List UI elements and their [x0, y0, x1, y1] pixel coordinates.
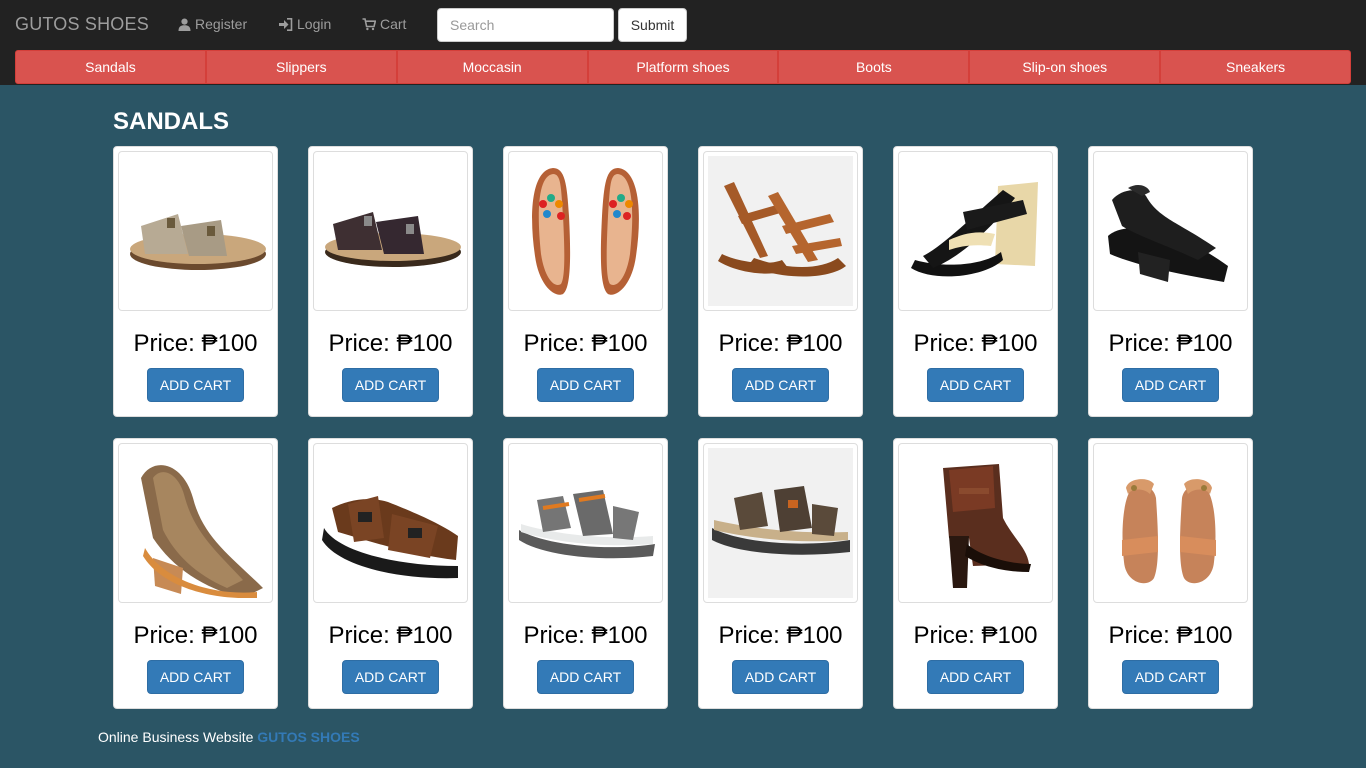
product-price: Price: ₱100 [913, 330, 1038, 357]
product-price: Price: ₱100 [328, 622, 453, 649]
product-price: Price: ₱100 [133, 330, 258, 357]
login-icon [279, 17, 293, 31]
footer-brand: GUTOS SHOES [257, 729, 360, 745]
product-image-frame[interactable] [703, 443, 858, 603]
brown-sport-sandal-image [322, 496, 458, 579]
category-sneakers[interactable]: Sneakers [1160, 50, 1352, 84]
product-grid: Price: ₱100 ADD CART Price: ₱100 ADD CAR… [113, 146, 1253, 709]
product-price: Price: ₱100 [523, 622, 648, 649]
section-title: SANDALS [113, 108, 230, 135]
product-price: Price: ₱100 [1108, 330, 1233, 357]
add-cart-button[interactable]: ADD CART [927, 368, 1024, 402]
login-link[interactable]: Login [279, 16, 331, 32]
register-link[interactable]: Register [178, 16, 247, 32]
product-card: Price: ₱100 ADD CART [893, 146, 1058, 417]
tan-ankle-strap-sandals-image [1122, 479, 1216, 584]
category-sandals[interactable]: Sandals [15, 50, 206, 84]
add-cart-button[interactable]: ADD CART [537, 660, 634, 694]
beaded-thong-sandals-image [532, 168, 639, 295]
product-price: Price: ₱100 [718, 622, 843, 649]
category-moccasin[interactable]: Moccasin [396, 50, 588, 84]
product-price: Price: ₱100 [913, 622, 1038, 649]
login-label: Login [297, 16, 332, 32]
footer-text: Online Business Website [98, 729, 254, 745]
brown-heeled-bootie-image [943, 464, 1031, 588]
add-cart-button[interactable]: ADD CART [732, 368, 829, 402]
add-cart-button[interactable]: ADD CART [147, 368, 244, 402]
strappy-gladiator-sandals-image [718, 182, 846, 277]
product-price: Price: ₱100 [718, 330, 843, 357]
birkenstock-brown-sandal-image [325, 212, 461, 267]
product-image-frame[interactable] [508, 151, 663, 311]
product-card: Price: ₱100 ADD CART [113, 438, 278, 709]
product-card: Price: ₱100 ADD CART [503, 146, 668, 417]
black-perforated-wedge-image [1108, 185, 1228, 282]
product-image-frame[interactable] [118, 151, 273, 311]
add-cart-button[interactable]: ADD CART [537, 368, 634, 402]
product-card: Price: ₱100 ADD CART [698, 146, 863, 417]
product-image-frame[interactable] [313, 151, 468, 311]
register-label: Register [195, 16, 248, 32]
cart-link[interactable]: Cart [362, 16, 406, 32]
category-platform-shoes[interactable]: Platform shoes [587, 50, 779, 84]
add-cart-button[interactable]: ADD CART [1122, 368, 1219, 402]
category-boots[interactable]: Boots [778, 50, 970, 84]
user-icon [178, 18, 191, 31]
add-cart-button[interactable]: ADD CART [732, 660, 829, 694]
birkenstock-beige-sandal-image [130, 214, 266, 270]
product-price: Price: ₱100 [1108, 622, 1233, 649]
product-card: Price: ₱100 ADD CART [893, 438, 1058, 709]
add-cart-button[interactable]: ADD CART [1122, 660, 1219, 694]
search-input[interactable] [437, 8, 614, 42]
product-card: Price: ₱100 ADD CART [698, 438, 863, 709]
product-card: Price: ₱100 ADD CART [308, 438, 473, 709]
submit-button[interactable]: Submit [618, 8, 687, 42]
grey-sport-sandal-image [712, 486, 850, 555]
product-image-frame[interactable] [898, 443, 1053, 603]
black-wedge-sandal-image [911, 182, 1038, 277]
add-cart-button[interactable]: ADD CART [927, 660, 1024, 694]
category-slippers[interactable]: Slippers [205, 50, 397, 84]
product-image-frame[interactable] [118, 443, 273, 603]
product-price: Price: ₱100 [328, 330, 453, 357]
footer: Online Business Website GUTOS SHOES [98, 729, 360, 745]
category-nav: Sandals Slippers Moccasin Platform shoes… [15, 50, 1352, 84]
brand-link[interactable]: GUTOS SHOES [15, 14, 149, 35]
product-image-frame[interactable] [508, 443, 663, 603]
cart-icon [362, 17, 376, 30]
add-cart-button[interactable]: ADD CART [342, 368, 439, 402]
grey-orange-sport-sandal-image [519, 490, 655, 559]
category-slip-on-shoes[interactable]: Slip-on shoes [969, 50, 1161, 84]
tan-laser-cut-wedge-image [141, 465, 263, 598]
product-image-frame[interactable] [1093, 443, 1248, 603]
add-cart-button[interactable]: ADD CART [147, 660, 244, 694]
cart-label: Cart [380, 16, 407, 32]
navbar: GUTOS SHOES Register Login Cart Submit S… [0, 0, 1366, 85]
add-cart-button[interactable]: ADD CART [342, 660, 439, 694]
product-image-frame[interactable] [898, 151, 1053, 311]
product-image-frame[interactable] [703, 151, 858, 311]
product-card: Price: ₱100 ADD CART [503, 438, 668, 709]
product-card: Price: ₱100 ADD CART [1088, 438, 1253, 709]
product-price: Price: ₱100 [133, 622, 258, 649]
product-image-frame[interactable] [313, 443, 468, 603]
product-card: Price: ₱100 ADD CART [308, 146, 473, 417]
product-price: Price: ₱100 [523, 330, 648, 357]
product-image-frame[interactable] [1093, 151, 1248, 311]
product-card: Price: ₱100 ADD CART [113, 146, 278, 417]
product-card: Price: ₱100 ADD CART [1088, 146, 1253, 417]
